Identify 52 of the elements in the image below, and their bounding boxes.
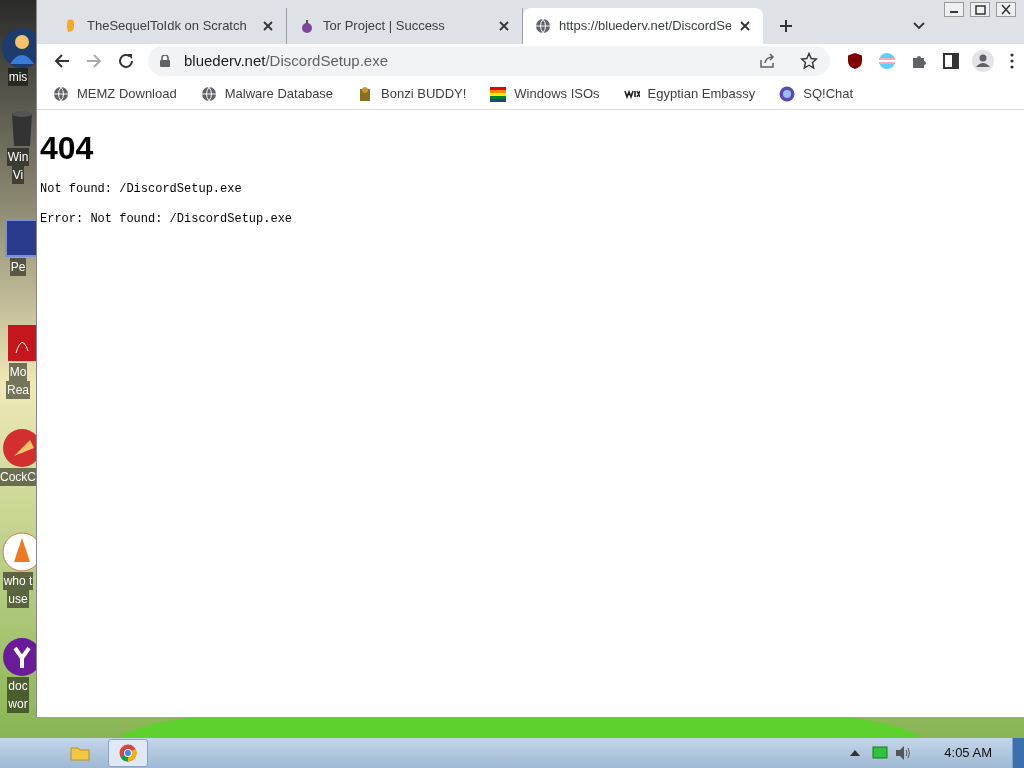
minimize-icon[interactable] [944, 2, 964, 17]
error-message: Error: Not found: /DiscordSetup.exe [40, 211, 294, 228]
desktop-icon-label: Pe [9, 258, 27, 276]
y-logo-icon[interactable] [2, 637, 36, 677]
new-tab-icon[interactable] [779, 19, 793, 33]
rainbow-flag-icon [490, 85, 507, 102]
close-icon[interactable] [262, 20, 274, 32]
page-heading: 404 [40, 129, 95, 168]
globe-icon [200, 85, 217, 102]
bookmark[interactable]: MEMZ Download [49, 83, 181, 104]
bookmark[interactable]: Egyptian Embassy [619, 83, 760, 104]
back-arrow-icon[interactable] [53, 52, 71, 70]
bookmark[interactable]: Windows ISOs [486, 83, 604, 104]
desktop-icon-label: wor [7, 695, 29, 713]
globe-icon [535, 18, 551, 34]
address-bar[interactable]: bluederv.net/DiscordSetup.exe [148, 46, 830, 76]
chrome-logo-icon [119, 744, 137, 762]
share-icon[interactable] [758, 52, 776, 70]
desktop-icon-label: CockC [0, 468, 36, 486]
close-icon[interactable] [996, 2, 1016, 17]
url-text: bluederv.net/DiscordSetup.exe [184, 50, 390, 71]
lock-icon [160, 55, 170, 67]
onion-icon [299, 18, 315, 34]
desktop-icon-label: Win [6, 148, 30, 166]
star-icon[interactable] [800, 52, 818, 70]
desktop-icon-label: Vi [11, 166, 25, 184]
desktop-icon-label: mis [7, 68, 29, 86]
up-arrow-icon[interactable] [850, 750, 861, 756]
bookmark[interactable]: SQ!Chat [775, 83, 858, 104]
cone-icon[interactable] [2, 532, 36, 572]
maximize-icon[interactable] [970, 2, 990, 17]
side-panel-icon[interactable] [942, 52, 960, 70]
speaker-icon[interactable] [894, 745, 913, 761]
desktop-icon-label: who t [2, 572, 34, 590]
globe-icon [53, 85, 69, 102]
close-icon[interactable] [739, 20, 751, 32]
chevron-down-icon[interactable] [913, 22, 925, 30]
desktop-icon-label: Rea [6, 381, 30, 399]
clock: 4:05 AM [944, 744, 992, 763]
bookmark[interactable]: Bonzi BUDDY! [353, 83, 471, 104]
chat-icon [779, 85, 796, 102]
tab[interactable]: https://bluederv.net/DiscordSe [523, 8, 763, 44]
reload-icon[interactable] [117, 52, 135, 70]
desktop-icon-label: doc [7, 677, 29, 695]
bookmark[interactable]: Malware Database [196, 83, 338, 104]
error-message: Not found: /DiscordSetup.exe [40, 181, 243, 198]
shield-icon[interactable] [846, 52, 864, 70]
taskbar-button[interactable] [108, 739, 148, 767]
desktop-icon-label: Mo [8, 363, 28, 381]
close-icon[interactable] [498, 20, 510, 32]
avatar-icon[interactable] [972, 50, 994, 72]
desktop-icon-label: use [7, 590, 29, 608]
